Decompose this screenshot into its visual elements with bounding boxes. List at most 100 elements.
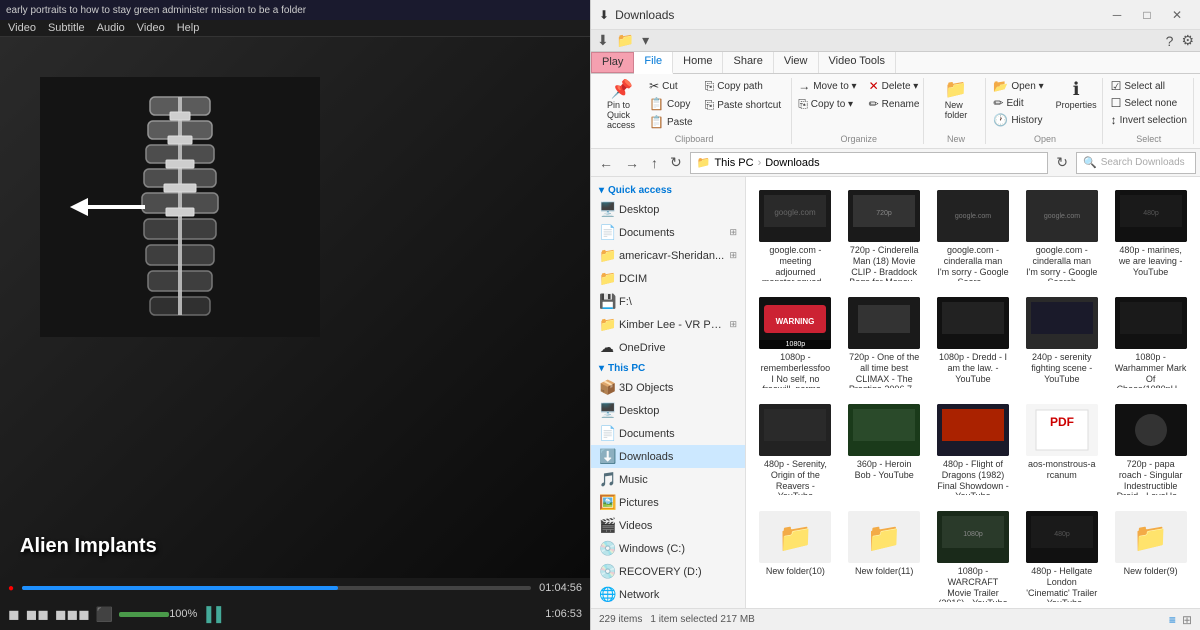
sidebar-header-quickaccess[interactable]: ▾ Quick access (591, 181, 745, 198)
edit-button[interactable]: ✏ Edit (989, 95, 1047, 111)
file-item-new9[interactable]: 📁 New folder(9) (1109, 506, 1192, 607)
tab-video-tools[interactable]: Video Tools (819, 52, 896, 73)
pin-to-quick-button[interactable]: 📌 Pin to Quickaccess (603, 78, 641, 132)
file-item[interactable]: 480p - Flight of Dragons (1982) Final Sh… (932, 399, 1015, 500)
sidebar-label-americavr: americavr-Sheridan... (619, 250, 725, 262)
tab-home[interactable]: Home (673, 52, 723, 73)
file-item[interactable]: 720p - One of the all time best CLIMAX -… (843, 292, 926, 393)
file-item[interactable]: 240p - serenity fighting scene - YouTube (1020, 292, 1103, 393)
btn-step-fwd[interactable]: ◼◼ (26, 606, 49, 623)
menu-video[interactable]: Video (8, 22, 36, 34)
qa-settings[interactable]: ⚙ (1179, 32, 1196, 49)
tab-share[interactable]: Share (723, 52, 773, 73)
sidebar-item-recovery-d[interactable]: 💿 RECOVERY (D:) (591, 560, 745, 583)
qa-help[interactable]: ? (1164, 33, 1176, 49)
file-item[interactable]: 720p - papa roach - Singular Indestructi… (1109, 399, 1192, 500)
file-item[interactable]: 480p 480p - marines, we are leaving - Yo… (1109, 185, 1192, 286)
maximize-button[interactable]: □ (1132, 0, 1162, 30)
refresh-btn2[interactable]: ↻ (1052, 152, 1072, 173)
properties-button[interactable]: ℹ Properties (1052, 78, 1101, 112)
sidebar-item-music[interactable]: 🎵 Music (591, 468, 745, 491)
up-button[interactable]: ↑ (647, 153, 662, 173)
refresh-button[interactable]: ↻ (666, 152, 686, 173)
player-titlebar: early portraits to how to stay green adm… (0, 0, 590, 20)
sidebar-item-f-drive[interactable]: 💾 F:\ (591, 290, 745, 313)
time-total: 1:06:53 (545, 608, 582, 620)
delete-button[interactable]: ✕ Delete ▾ (865, 78, 924, 94)
file-item-new10[interactable]: 📁 New folder(10) (754, 506, 837, 607)
qa-more[interactable]: ▾ (640, 32, 651, 49)
file-item[interactable]: 480p 480p - Hellgate London 'Cinematic' … (1020, 506, 1103, 607)
file-item[interactable]: 480p - Serenity, Origin of the Reavers -… (754, 399, 837, 500)
forward-button[interactable]: → (621, 153, 643, 173)
breadcrumb[interactable]: 📁 This PC › Downloads (690, 152, 1049, 174)
minimize-button[interactable]: ─ (1102, 0, 1132, 30)
sidebar-item-pictures[interactable]: 🖼️ Pictures (591, 491, 745, 514)
menu-help[interactable]: Help (177, 22, 200, 34)
sidebar-item-desktop1[interactable]: 🖥️ Desktop (591, 198, 745, 221)
tab-file[interactable]: File (634, 52, 673, 74)
menu-subtitle[interactable]: Subtitle (48, 22, 85, 34)
sidebar-item-kimber[interactable]: 📁 Kimber Lee - VR Pac... ⊞ (591, 313, 745, 336)
details-view-button[interactable]: ≡ (1169, 613, 1176, 627)
new-folder-button[interactable]: 📁 Newfolder (938, 78, 974, 122)
tiles-view-button[interactable]: ⊞ (1182, 613, 1192, 627)
copy-button[interactable]: 📋 Copy (645, 96, 697, 112)
file-item[interactable]: google.com google.com - meeting adjourne… (754, 185, 837, 286)
copy-to-button[interactable]: ⎘ Copy to ▾ (794, 96, 860, 113)
tab-view[interactable]: View (774, 52, 819, 73)
menu-video2[interactable]: Video (137, 22, 165, 34)
btn-step-back[interactable]: ◼ (8, 606, 20, 623)
file-item-new11[interactable]: 📁 New folder(11) (843, 506, 926, 607)
sidebar-header-thispc[interactable]: ▾ This PC (591, 359, 745, 376)
sidebar-item-downloads[interactable]: ⬇️ Downloads (591, 445, 745, 468)
svg-text:google.com: google.com (955, 213, 991, 220)
search-box[interactable]: 🔍 Search Downloads (1076, 152, 1196, 174)
sidebar-item-network[interactable]: 🌐 Network (591, 583, 745, 606)
btn-grid[interactable]: ◼◼◼ (55, 606, 90, 623)
organize-label: Organize (841, 134, 878, 144)
menu-audio[interactable]: Audio (97, 22, 125, 34)
sidebar-item-desktop2[interactable]: 🖥️ Desktop (591, 399, 745, 422)
file-item[interactable]: google.com google.com - cinderalla man I… (1020, 185, 1103, 286)
paste-button[interactable]: 📋 Paste (645, 114, 697, 130)
file-item[interactable]: google.com google.com - cinderalla man I… (932, 185, 1015, 286)
btn-fill[interactable]: ⬛ (96, 606, 113, 623)
sidebar-item-onedrive[interactable]: ☁ OneDrive (591, 336, 745, 359)
file-item[interactable]: PDF aos-monstrous-a rcanum (1020, 399, 1103, 500)
file-item[interactable]: WARNING 1080p 1080p - rememberlessfoo I … (754, 292, 837, 393)
bc-downloads[interactable]: Downloads (765, 157, 819, 169)
volume-bar[interactable] (119, 612, 169, 617)
sidebar-item-videos[interactable]: 🎬 Videos (591, 514, 745, 537)
progress-track[interactable] (22, 586, 531, 590)
f-drive-icon: 💾 (599, 293, 615, 310)
file-item[interactable]: 1080p - Warhammer Mark Of Chaos(1080pH..… (1109, 292, 1192, 393)
open-button[interactable]: 📂 Open ▾ (989, 78, 1047, 94)
invert-selection-button[interactable]: ↕ Invert selection (1107, 112, 1191, 128)
close-button[interactable]: ✕ (1162, 0, 1192, 30)
select-all-button[interactable]: ☑ Select all (1107, 78, 1191, 94)
sidebar-item-windows-c[interactable]: 💿 Windows (C:) (591, 537, 745, 560)
select-none-button[interactable]: ☐ Select none (1107, 95, 1191, 111)
sidebar-item-dcim[interactable]: 📁 DCIM (591, 267, 745, 290)
sidebar-item-3dobjects[interactable]: 📦 3D Objects (591, 376, 745, 399)
clipboard-items: 📌 Pin to Quickaccess ✂ Cut 📋 Copy (603, 78, 785, 132)
file-item[interactable]: 1080p - Dredd - I am the law. - YouTube (932, 292, 1015, 393)
file-item[interactable]: 720p 720p - Cinderella Man (18) Movie CL… (843, 185, 926, 286)
copy-path-button[interactable]: ⎘ Copy path (701, 78, 786, 95)
back-button[interactable]: ← (595, 153, 617, 173)
rename-button[interactable]: ✏ Rename (865, 96, 924, 112)
sidebar-item-documents2[interactable]: 📄 Documents (591, 422, 745, 445)
player-progress-bar[interactable]: ● 01:04:56 (0, 578, 590, 598)
file-item[interactable]: 360p - Heroin Bob - YouTube (843, 399, 926, 500)
history-button[interactable]: 🕐 History (989, 112, 1047, 128)
move-to-button[interactable]: → Move to ▾ (794, 78, 860, 94)
cut-button[interactable]: ✂ Cut (645, 78, 697, 94)
qa-btn-arrow[interactable]: ⬇ (595, 32, 611, 49)
tab-play[interactable]: Play (591, 52, 634, 73)
file-item[interactable]: 1080p 1080p - WARCRAFT Movie Trailer (20… (932, 506, 1015, 607)
sidebar-item-documents1[interactable]: 📄 Documents ⊞ (591, 221, 745, 244)
sidebar-item-americavr[interactable]: 📁 americavr-Sheridan... ⊞ (591, 244, 745, 267)
paste-shortcut-button[interactable]: ⎘ Paste shortcut (701, 97, 786, 114)
bc-this-pc[interactable]: This PC (714, 157, 753, 169)
